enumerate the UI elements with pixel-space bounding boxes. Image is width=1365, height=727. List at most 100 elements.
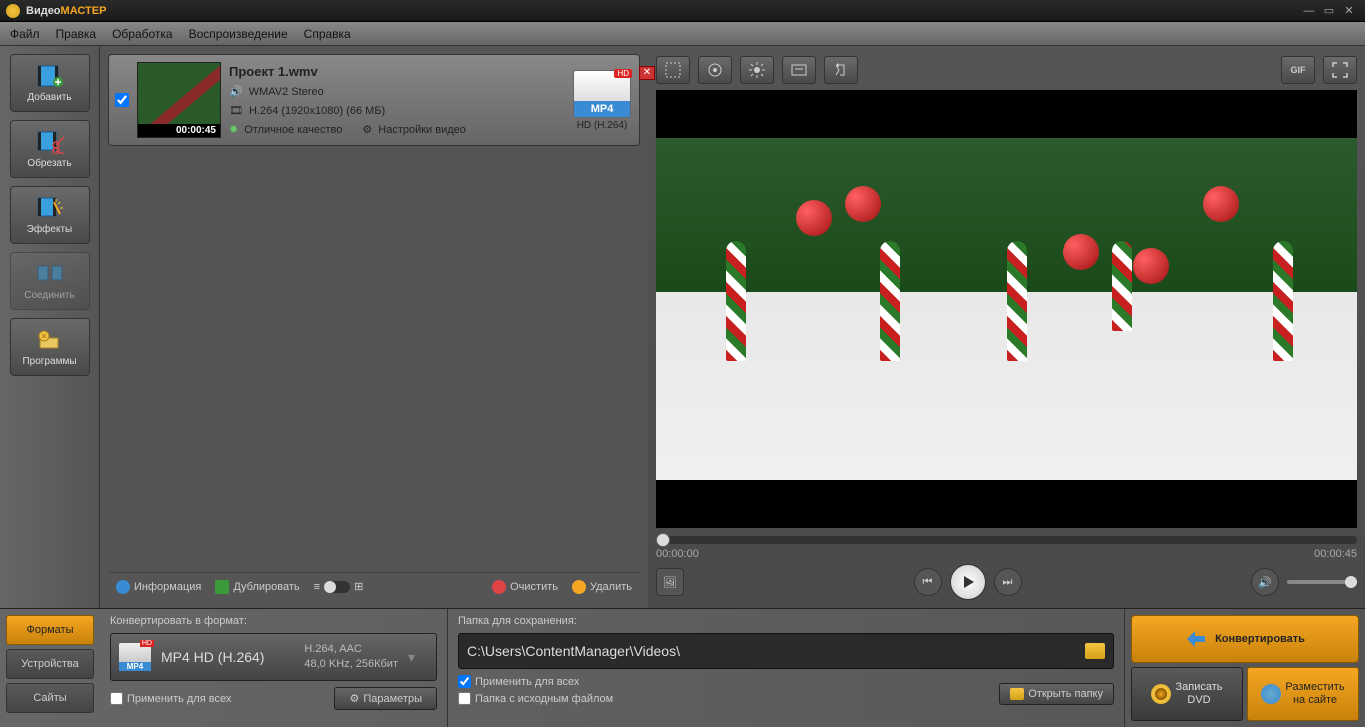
format-sub: HD (H.264) [577,120,628,131]
time-current: 00:00:00 [656,548,699,560]
seek-knob[interactable] [656,533,670,547]
file-video: H.264 (1920x1080) (66 МБ) [249,105,385,117]
main-area: Добавить Обрезать Эффекты Соединить Прог… [0,46,1365,608]
film-cut-icon [36,130,64,154]
format-badge: HD MP4 [573,70,631,118]
file-quality: Отличное качество [244,124,342,136]
join-label: Соединить [24,290,74,301]
delete-button[interactable]: Удалить [572,580,632,594]
menu-edit[interactable]: Правка [56,27,97,41]
chevron-down-icon: ▾ [408,649,428,666]
crop-tool-button[interactable] [656,56,690,84]
prev-button[interactable]: ⏮ [914,568,942,596]
menu-file[interactable]: Файл [10,27,40,41]
format-picker[interactable]: HD MP4 MP4 HD (H.264) H.264, AAC 48,0 KH… [110,633,437,681]
minimize-button[interactable]: — [1299,4,1319,18]
convert-button[interactable]: Конвертировать [1131,615,1359,663]
delete-icon [572,580,586,594]
file-duration: 00:00:45 [138,124,220,137]
film-icon: 🎞 [229,104,243,117]
add-button[interactable]: Добавить [10,54,90,112]
gif-button[interactable]: GIF [1281,56,1315,84]
maximize-button[interactable]: ▭ [1319,4,1339,18]
info-icon [116,580,130,594]
app-title: ВидеоМАСТЕР [26,5,106,17]
file-list-toolbar: Информация Дублировать ≡ ⊞ Очистить Удал… [108,572,640,600]
tab-devices[interactable]: Устройства [6,649,94,679]
video-content [656,138,1357,480]
folder-apply-all-checkbox[interactable]: Применить для всех [458,675,613,688]
next-button[interactable]: ⏭ [994,568,1022,596]
view-toggle[interactable]: ≡ ⊞ [314,580,364,593]
speed-button[interactable] [824,56,858,84]
text-overlay-button[interactable] [782,56,816,84]
bottom-panel: Форматы Устройства Сайты Конвертировать … [0,608,1365,727]
gear-icon: ⚙ [362,123,372,136]
format-details: H.264, AAC 48,0 KHz, 256Кбит [304,642,398,673]
volume-slider[interactable] [1287,580,1357,584]
file-audio: WMAV2 Stereo [249,86,324,98]
effects-button[interactable]: Эффекты [10,186,90,244]
film-join-icon [36,262,64,286]
menu-help[interactable]: Справка [304,27,351,41]
tab-sites[interactable]: Сайты [6,683,94,713]
fullscreen-button[interactable] [1323,56,1357,84]
time-display: 00:00:00 00:00:45 [656,548,1357,560]
video-preview[interactable] [656,90,1357,528]
film-add-icon [36,64,64,88]
source-folder-checkbox[interactable]: Папка с исходным файлом [458,692,613,705]
app-logo-icon [6,4,20,18]
volume-knob[interactable] [1345,576,1357,588]
disc-icon [1151,684,1171,704]
browse-folder-button[interactable] [1085,643,1105,659]
cut-button[interactable]: Обрезать [10,120,90,178]
bottom-tabs: Форматы Устройства Сайты [0,609,100,727]
toggle-switch[interactable] [324,581,350,593]
format-text: MP4 [574,101,630,117]
folder-section: Папка для сохранения: C:\Users\ContentMa… [448,609,1125,727]
file-checkbox[interactable] [115,93,129,107]
remove-file-button[interactable]: ✕ [639,66,655,80]
open-folder-button[interactable]: Открыть папку [999,683,1114,705]
format-picker-badge: HD MP4 [119,643,151,671]
enhance-button[interactable] [698,56,732,84]
duplicate-button[interactable]: Дублировать [215,580,299,594]
format-name: MP4 HD (H.264) [161,649,294,665]
menubar: Файл Правка Обработка Воспроизведение Сп… [0,22,1365,46]
parameters-button[interactable]: ⚙Параметры [334,687,437,710]
preview-toolbar: GIF [656,54,1357,86]
publish-site-button[interactable]: Разместитьна сайте [1247,667,1359,721]
programs-button[interactable]: Программы [10,318,90,376]
seek-slider[interactable] [656,536,1357,544]
info-button[interactable]: Информация [116,580,201,594]
titlebar: ВидеоМАСТЕР — ▭ ✕ [0,0,1365,22]
burn-dvd-button[interactable]: ЗаписатьDVD [1131,667,1243,721]
programs-icon [36,328,64,352]
file-list: 00:00:45 Проект 1.wmv 🔊WMAV2 Stereo 🎞H.2… [100,46,648,608]
volume-button[interactable]: 🔊 [1251,568,1279,596]
folder-icon [1010,688,1024,700]
globe-icon [1261,684,1281,704]
play-button[interactable] [950,564,986,600]
save-path: C:\Users\ContentManager\Videos\ [467,643,1085,659]
menu-process[interactable]: Обработка [112,27,173,41]
grid-view-icon: ⊞ [354,580,363,593]
close-button[interactable]: ✕ [1339,4,1359,18]
format-apply-all-checkbox[interactable]: Применить для всех [110,692,231,705]
tab-formats[interactable]: Форматы [6,615,94,645]
programs-label: Программы [22,356,76,367]
effects-label: Эффекты [27,224,72,235]
file-item[interactable]: 00:00:45 Проект 1.wmv 🔊WMAV2 Stereo 🎞H.2… [108,54,640,146]
clear-button[interactable]: Очистить [492,580,558,594]
video-settings-link[interactable]: ⚙Настройки видео [362,123,466,136]
snapshot-button[interactable]: 🖼 [656,568,684,596]
menu-playback[interactable]: Воспроизведение [189,27,288,41]
folder-label: Папка для сохранения: [458,615,1114,627]
list-view-icon: ≡ [314,581,320,593]
file-format-box[interactable]: ✕ HD MP4 HD (H.264) [571,70,633,131]
brightness-button[interactable] [740,56,774,84]
convert-icon [1185,628,1207,650]
join-button: Соединить [10,252,90,310]
duplicate-icon [215,580,229,594]
add-label: Добавить [27,92,71,103]
